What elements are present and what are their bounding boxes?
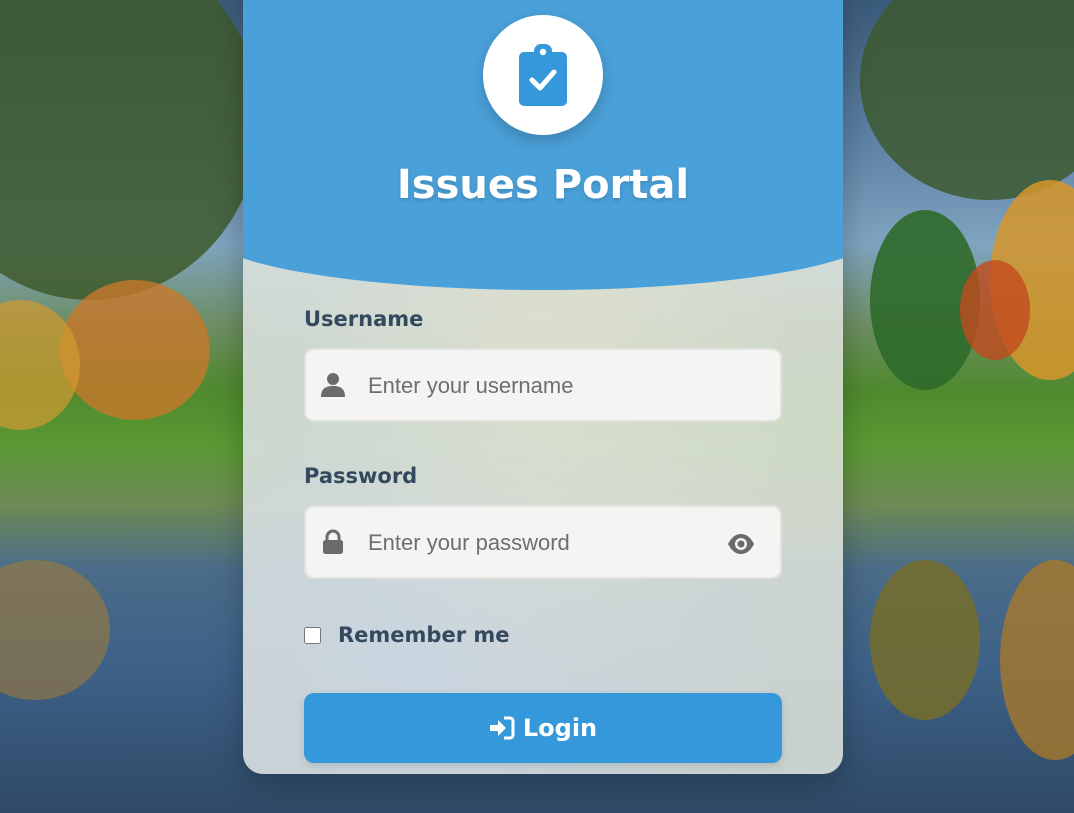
password-label: Password — [304, 464, 418, 488]
password-input[interactable] — [366, 507, 710, 579]
remember-checkbox[interactable] — [304, 626, 321, 644]
password-field — [304, 505, 782, 579]
app-title: Issues Portal — [396, 162, 690, 208]
eye-icon[interactable] — [726, 529, 756, 559]
username-label: Username — [304, 307, 424, 331]
sign-in-icon — [489, 716, 515, 740]
remember-label[interactable]: Remember me — [338, 623, 510, 647]
login-button-label: Login — [522, 714, 598, 742]
login-button[interactable]: Login — [304, 693, 782, 763]
lock-icon — [323, 529, 343, 554]
user-icon — [321, 373, 345, 397]
clipboard-check-icon — [519, 44, 567, 106]
remember-me: Remember me — [304, 623, 510, 647]
login-card: Issues Portal Username Password Remember… — [243, 0, 843, 774]
username-input[interactable] — [366, 350, 710, 422]
app-logo — [483, 15, 603, 135]
username-field — [304, 348, 782, 422]
